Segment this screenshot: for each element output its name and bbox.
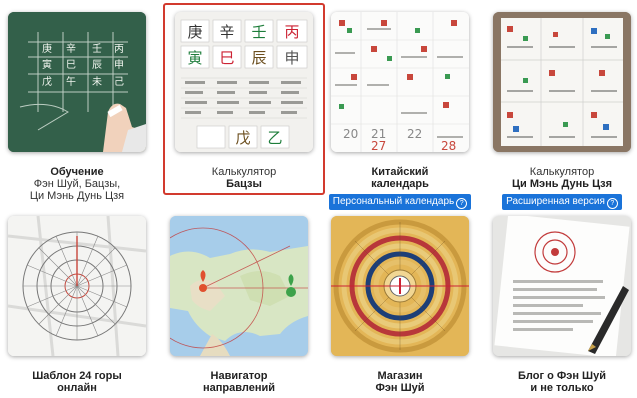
personal-calendar-badge[interactable]: Персональный календарь? [328,194,472,210]
tile-title: Навигатор [210,370,268,382]
board-char: 庚 [42,42,52,55]
tile-title: Ци Мэнь Дунь Цзя [511,178,613,190]
tile-title: Обучение [50,166,104,178]
calendar-number: 28 [441,139,456,152]
calendar-number: 20 [343,127,358,141]
help-icon[interactable]: ? [606,198,618,209]
calc-char: 申 [284,49,299,67]
board-char: 巳 [66,59,76,71]
tile-title: Блог о Фэн Шуй [518,370,606,382]
calendar-thumbnail: 20 21 22 27 28 [331,12,469,152]
tile-title: Шаблон 24 горы [32,370,122,382]
board-char: 申 [114,58,124,71]
badge-label: Расширенная версия [506,196,605,207]
calc-char: 乙 [267,129,282,147]
tile-title: Бацзы [226,178,262,190]
calendar-number: 22 [407,127,422,141]
board-char: 壬 [92,43,102,55]
learning-thumbnail: 庚 辛 壬 丙寅 巳 辰申戊 午 未 己 [8,12,146,152]
tile-title: онлайн [57,382,97,394]
calc-char: 庚 [187,23,202,41]
board-char: 寅 [42,58,52,71]
bazi-thumbnail: 庚 辛 壬 丙 寅 巳 辰 申 戊 乙 [175,12,313,152]
board-char: 戊 [42,76,52,88]
board-char: 辛 [66,42,76,55]
tile-subtitle: Калькулятор [529,166,595,178]
calc-char: 戊 [235,129,250,147]
tile-title: Фэн Шуй [375,382,425,394]
tile-title: направлений [203,382,275,394]
calendar-number: 27 [371,139,386,152]
calc-char: 壬 [251,23,266,41]
tile-subtitle: Калькулятор [211,166,277,178]
shop-thumbnail [331,216,469,356]
board-char: 丙 [114,44,124,55]
tile-title: Китайский [371,166,429,178]
tile-subtitle: Ци Мэнь Дунь Цзя [29,190,125,202]
navigator-thumbnail [170,216,308,356]
calc-char: 辛 [219,23,234,41]
calc-char: 辰 [251,49,266,67]
board-char: 己 [114,77,124,88]
help-icon[interactable]: ? [456,198,468,209]
tile-subtitle: Фэн Шуй, Бацзы, [33,178,121,190]
mountains-thumbnail [8,216,146,356]
calc-char: 丙 [284,23,299,41]
board-char: 午 [66,75,76,88]
badge-label: Персональный календарь [332,196,455,207]
board-char: 辰 [92,59,102,71]
tile-title: Магазин [377,370,423,382]
blog-thumbnail [493,216,631,356]
tile-title: и не только [530,382,594,394]
tile-title: календарь [371,178,429,190]
calc-char: 寅 [187,49,202,67]
board-char: 未 [92,76,102,88]
extended-version-badge[interactable]: Расширенная версия? [502,194,622,210]
qimen-thumbnail [493,12,631,152]
calc-char: 巳 [219,49,234,67]
